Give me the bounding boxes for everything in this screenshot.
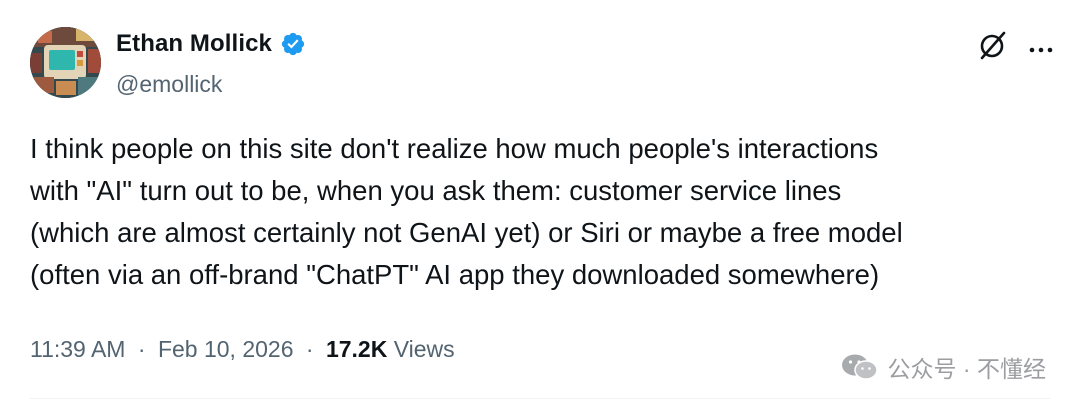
avatar[interactable]: [30, 27, 101, 98]
tweet-date[interactable]: Feb 10, 2026: [158, 336, 294, 362]
tweet-meta: 11:39 AM · Feb 10, 2026 · 17.2K Views: [30, 335, 455, 363]
author-name-row[interactable]: Ethan Mollick: [116, 30, 306, 58]
tweet-text-line: I think people on this site don't realiz…: [30, 133, 879, 164]
tweet-text-line: (which are almost certainly not GenAI ye…: [30, 217, 903, 248]
meta-separator: ·: [305, 336, 314, 362]
more-horizontal-icon[interactable]: [1028, 35, 1054, 55]
verified-badge-icon: [280, 31, 306, 57]
author-handle[interactable]: @emollick: [116, 70, 222, 98]
top-actions: [976, 28, 1054, 62]
watermark: 公众号 · 不懂经: [840, 350, 1046, 384]
grok-icon[interactable]: [976, 28, 1010, 62]
divider: [30, 398, 1050, 399]
watermark-text: 公众号 · 不懂经: [887, 356, 1046, 382]
tweet-card: Ethan Mollick @emollick I think people o…: [0, 0, 1080, 410]
tweet-time[interactable]: 11:39 AM: [30, 336, 125, 362]
views-count[interactable]: 17.2K: [326, 336, 387, 362]
author-display-name[interactable]: Ethan Mollick: [116, 30, 272, 58]
tweet-text: I think people on this site don't realiz…: [30, 128, 1050, 296]
meta-separator: ·: [137, 336, 146, 362]
tweet-text-line: with "AI" turn out to be, when you ask t…: [30, 175, 842, 206]
tweet-text-line: (often via an off-brand "ChatPT" AI app …: [30, 259, 880, 290]
wechat-icon: [840, 352, 880, 382]
views-label[interactable]: Views: [394, 336, 455, 362]
